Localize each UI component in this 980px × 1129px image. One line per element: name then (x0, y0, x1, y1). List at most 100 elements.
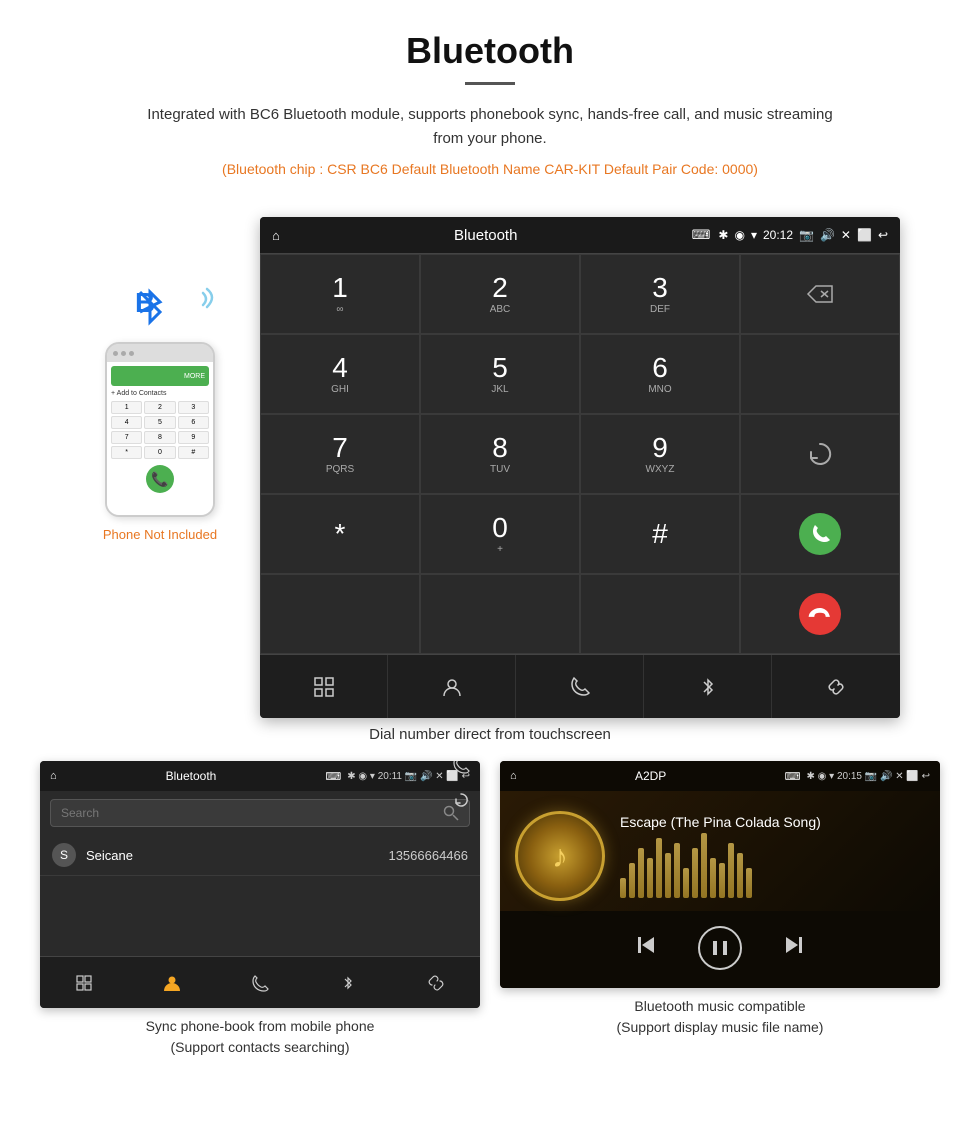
next-icon (782, 933, 806, 957)
dial-key-6[interactable]: 6 MNO (580, 334, 740, 414)
music-controls (500, 911, 940, 988)
link-icon (825, 676, 847, 698)
prev-icon (634, 933, 658, 957)
dial-key-7-num: 7 (332, 434, 348, 462)
bottom-row: ⌂ Bluetooth ⌨ ✱ ◉ ▾ 20:11 📷 🔊 ✕ ⬜ ↩ Sear… (0, 761, 980, 1058)
pb-refresh-svg (452, 791, 470, 809)
dial-call-red-btn[interactable] (740, 574, 900, 654)
pb-tool-call[interactable] (216, 957, 304, 1008)
dial-key-4[interactable]: 4 GHI (260, 334, 420, 414)
phone-key-5: 5 (144, 416, 175, 429)
dial-key-5[interactable]: 5 JKL (420, 334, 580, 414)
grid-icon (313, 676, 335, 698)
phone-key-6: 6 (178, 416, 209, 429)
dial-key-9[interactable]: 9 WXYZ (580, 414, 740, 494)
dial-key-empty-3 (420, 574, 580, 654)
dial-key-7[interactable]: 7 PQRS (260, 414, 420, 494)
dial-tool-call[interactable] (516, 655, 644, 718)
dial-tool-contacts[interactable] (388, 655, 516, 718)
vis-bar-14 (737, 853, 743, 898)
dial-key-4-num: 4 (332, 354, 348, 382)
pb-tool-link[interactable] (392, 957, 480, 1008)
dial-key-8-num: 8 (492, 434, 508, 462)
dial-key-0-num: 0 (492, 514, 508, 542)
dial-key-0[interactable]: 0 + (420, 494, 580, 574)
main-section: B MORE + Add to Contacts 1 (80, 217, 900, 718)
dial-refresh-btn[interactable] (740, 414, 900, 494)
dial-key-7-sub: PQRS (326, 464, 354, 475)
dial-key-empty-2 (260, 574, 420, 654)
phone-key-3: 3 (178, 401, 209, 414)
phone-call-btn: 📞 (146, 465, 174, 493)
music-next-btn[interactable] (782, 933, 806, 963)
pb-contact-number: 13566664466 (388, 848, 468, 863)
dial-key-empty-4 (580, 574, 740, 654)
pb-contact-name: Seicane (86, 848, 388, 863)
dial-volume-icon: 🔊 (820, 228, 835, 242)
dial-key-5-sub: JKL (491, 384, 508, 395)
pb-title: Bluetooth (63, 769, 320, 783)
pb-call-icon[interactable] (452, 761, 470, 779)
pb-tool-contacts[interactable] (128, 957, 216, 1008)
phonebook-item: ⌂ Bluetooth ⌨ ✱ ◉ ▾ 20:11 📷 🔊 ✕ ⬜ ↩ Sear… (40, 761, 480, 1058)
pb-search-input-visual[interactable]: Search (50, 799, 470, 827)
dial-bluetooth-title: Bluetooth (288, 227, 684, 244)
play-pause-icon (710, 938, 730, 958)
phone-side: B MORE + Add to Contacts 1 (80, 277, 240, 718)
music-play-btn[interactable] (698, 926, 742, 970)
pb-caption-line1: Sync phone-book from mobile phone (146, 1018, 375, 1034)
dial-tool-link[interactable] (772, 655, 900, 718)
music-item: ⌂ A2DP ⌨ ✱ ◉ ▾ 20:15 📷 🔊 ✕ ⬜ ↩ ♪ Escape … (500, 761, 940, 1058)
dial-back-icon: ↩ (878, 228, 888, 242)
dial-key-3[interactable]: 3 DEF (580, 254, 740, 334)
dial-key-5-num: 5 (492, 354, 508, 382)
pb-caption: Sync phone-book from mobile phone (Suppo… (40, 1016, 480, 1058)
pb-refresh-icon[interactable] (452, 791, 470, 814)
dial-window-icon: ⬜ (857, 228, 872, 242)
dial-key-2-sub: ABC (490, 304, 511, 315)
call-red-circle (799, 593, 841, 635)
phonebook-screen: ⌂ Bluetooth ⌨ ✱ ◉ ▾ 20:11 📷 🔊 ✕ ⬜ ↩ Sear… (40, 761, 480, 1008)
dial-key-4-sub: GHI (331, 384, 349, 395)
dial-key-star[interactable]: * (260, 494, 420, 574)
vis-bar-8 (683, 868, 689, 898)
dial-call-green-btn[interactable] (740, 494, 900, 574)
vis-bar-6 (665, 853, 671, 898)
phone-screen-green-bar: MORE (111, 366, 209, 386)
pb-search-placeholder: Search (61, 806, 443, 820)
vis-bar-9 (692, 848, 698, 898)
phone-screen-label: MORE (184, 373, 205, 380)
pb-usb-icon: ⌨ (325, 770, 341, 783)
music-prev-btn[interactable] (634, 933, 658, 963)
dial-location-icon: ◉ (734, 228, 744, 242)
dial-key-1[interactable]: 1 ∞ (260, 254, 420, 334)
music-home-icon: ⌂ (510, 770, 517, 782)
dial-tool-bluetooth[interactable] (644, 655, 772, 718)
pb-search-area: Search (40, 791, 480, 835)
call-green-icon (809, 523, 831, 545)
page-title: Bluetooth (20, 30, 960, 72)
dial-backspace-btn[interactable] (740, 254, 900, 334)
music-content: ♪ Escape (The Pina Colada Song) (500, 791, 940, 911)
dial-key-2[interactable]: 2 ABC (420, 254, 580, 334)
dial-key-6-num: 6 (652, 354, 668, 382)
call-red-icon (804, 598, 835, 629)
pb-tool-bt[interactable] (304, 957, 392, 1008)
dial-key-8[interactable]: 8 TUV (420, 414, 580, 494)
dial-toolbar (260, 654, 900, 718)
music-usb-icon: ⌨ (785, 770, 801, 783)
phone-key-7: 7 (111, 431, 142, 444)
phone-screen: MORE + Add to Contacts 1 2 3 4 5 6 7 8 9… (107, 362, 213, 515)
pb-grid-icon (75, 974, 93, 992)
phone-key-star: * (111, 446, 142, 459)
vis-bar-1 (620, 878, 626, 898)
dial-key-1-num: 1 (332, 274, 348, 302)
vis-bar-7 (674, 843, 680, 898)
dial-tool-grid[interactable] (260, 655, 388, 718)
dial-key-hash[interactable]: # (580, 494, 740, 574)
pb-tool-grid[interactable] (40, 957, 128, 1008)
pb-contact-row[interactable]: S Seicane 13566664466 (40, 835, 480, 876)
page-header: Bluetooth Integrated with BC6 Bluetooth … (0, 0, 980, 207)
vis-bar-3 (638, 848, 644, 898)
music-song-title: Escape (The Pina Colada Song) (620, 814, 925, 830)
